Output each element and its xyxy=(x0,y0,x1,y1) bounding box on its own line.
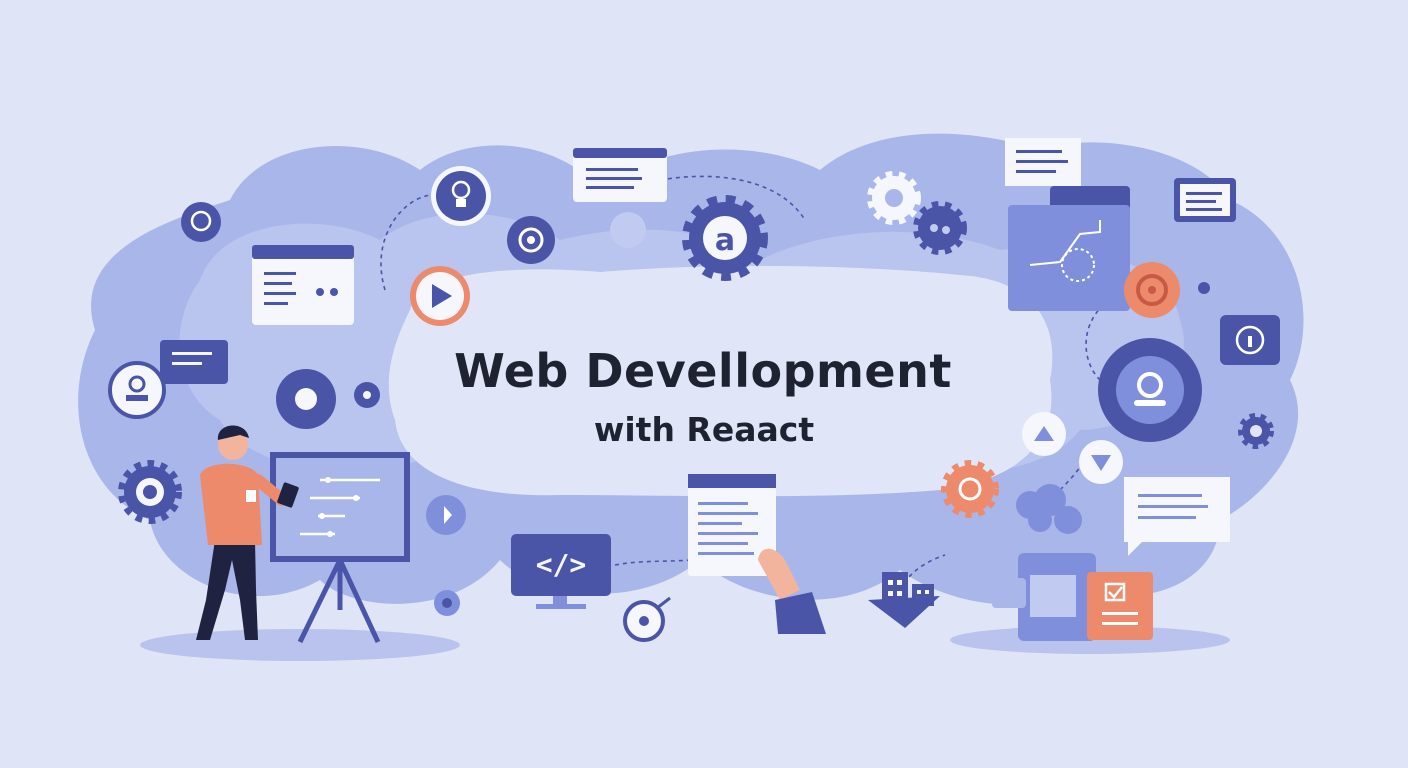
eye-icon xyxy=(507,216,555,264)
svg-text:a: a xyxy=(715,223,735,258)
page-title: Web Devellopment xyxy=(454,344,952,398)
play-button-icon[interactable] xyxy=(410,266,470,326)
decorative-dot xyxy=(610,212,646,248)
lightbulb-icon xyxy=(431,166,491,226)
code-symbol: </> xyxy=(535,548,587,581)
note-icon xyxy=(1005,138,1081,186)
browser-window-icon xyxy=(252,245,354,325)
navigation-icon xyxy=(426,495,466,535)
list-window-icon xyxy=(573,148,667,202)
clipboard-check-icon xyxy=(1087,572,1153,640)
ground-shadow-left xyxy=(140,629,460,661)
whiteboard-icon xyxy=(270,452,410,644)
gear-icon xyxy=(118,460,182,524)
chat-bubble-icon xyxy=(181,202,221,242)
at-sign-gear-icon: a xyxy=(682,195,768,281)
page-subtitle: with Reaact xyxy=(593,410,815,449)
message-icon xyxy=(1174,178,1236,222)
target-icon xyxy=(623,596,671,642)
decorative-dot xyxy=(1198,282,1210,294)
bug-icon xyxy=(434,590,460,616)
settings-gear-icon xyxy=(941,460,999,518)
target-icon xyxy=(1124,262,1180,318)
